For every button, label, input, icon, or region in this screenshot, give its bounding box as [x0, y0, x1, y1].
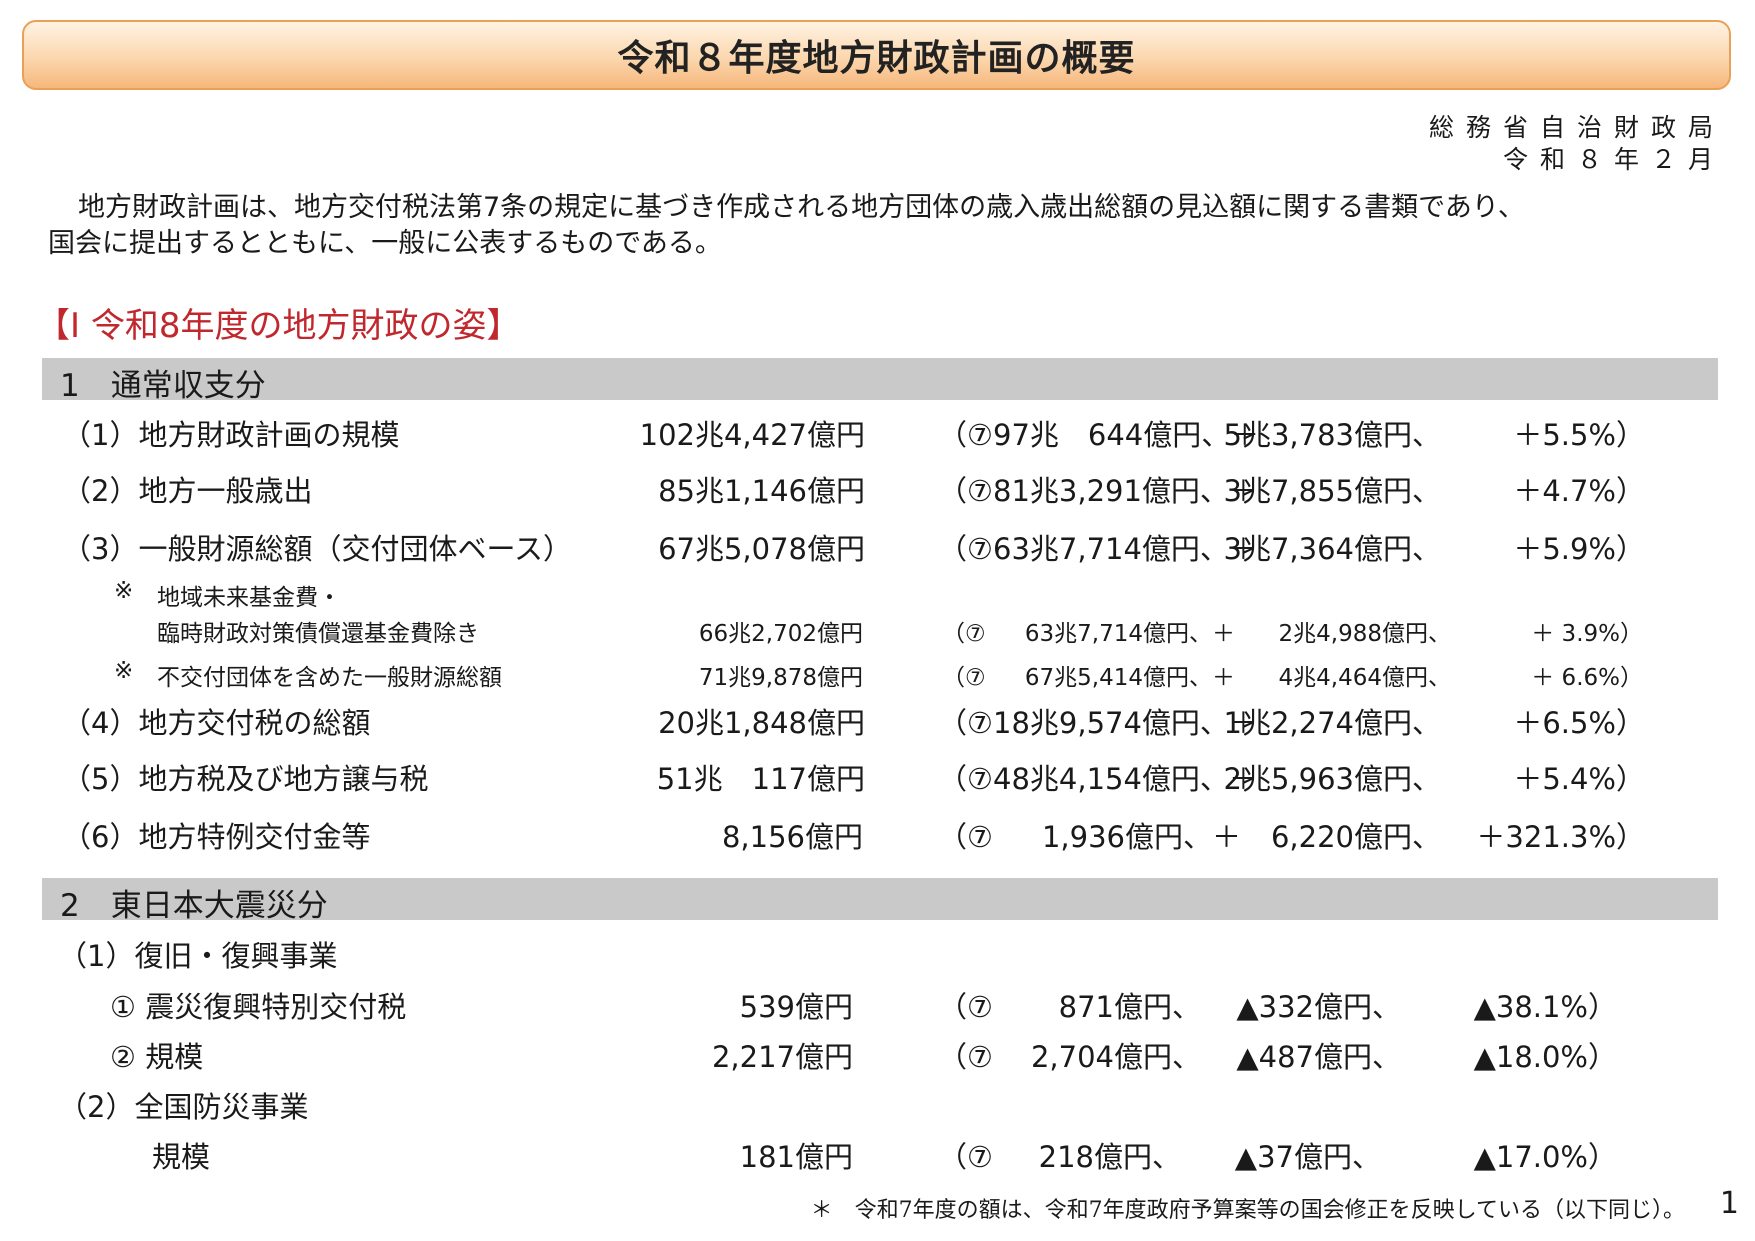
- note-prev-open: （⑦: [942, 665, 986, 691]
- row-amount: 2,217億円: [711, 1040, 853, 1074]
- footnote: ＊ 令和7年度の額は、令和7年度政府予算案等の国会修正を反映している（以下同じ）…: [810, 1198, 1685, 1223]
- row-diff: ▲332億円、: [1236, 990, 1401, 1024]
- row-prev: 2,704億円、: [1030, 1040, 1201, 1074]
- row-prev-open: （⑦: [938, 1140, 993, 1174]
- row-rate: ＋5.5%）: [1513, 418, 1645, 452]
- note-mark: ※: [114, 658, 134, 684]
- note-prev: 63兆7,714億円、＋: [1024, 621, 1235, 647]
- row-amount: 85兆1,146億円: [658, 474, 865, 508]
- row-prev-open: （⑦: [938, 990, 993, 1024]
- row-amount: 67兆5,078億円: [658, 532, 865, 566]
- row-diff: ▲37億円、: [1234, 1140, 1381, 1174]
- intro-line-2: 国会に提出するとともに、一般に公表するものである。: [48, 228, 722, 259]
- issuer-date: 令和８年２月: [1502, 145, 1725, 174]
- note-rate: ＋ 6.6%）: [1531, 665, 1643, 691]
- row-rate: ＋5.9%）: [1513, 532, 1645, 566]
- row-diff: 3兆7,855億円、: [1223, 474, 1441, 508]
- note-prev: 67兆5,414億円、＋: [1024, 665, 1235, 691]
- page-number: 1: [1719, 1186, 1739, 1221]
- row-diff: ▲487億円、: [1236, 1040, 1401, 1074]
- part2-heading-band: 2 東日本大震災分: [42, 878, 1718, 924]
- row-prev: （⑦81兆3,291億円、＋: [938, 474, 1258, 508]
- part2-heading: 2 東日本大震災分: [60, 888, 328, 924]
- note-diff: 4兆4,464億円、: [1278, 665, 1451, 691]
- row-prev: （⑦18兆9,574億円、＋: [938, 706, 1258, 740]
- note-label-cont: 臨時財政対策債償還基金費除き: [157, 621, 479, 647]
- row-amount: 181億円: [739, 1140, 853, 1174]
- row-label: ① 震災復興特別交付税: [110, 990, 407, 1024]
- section-heading: 【Ⅰ 令和8年度の地方財政の姿】: [36, 306, 521, 346]
- row-rate: ＋4.7%）: [1513, 474, 1645, 508]
- row-label: （3）一般財源総額（交付団体ベース）: [62, 532, 573, 566]
- row-prev: 1,936億円、＋: [1041, 820, 1241, 854]
- row-label: （4）地方交付税の総額: [62, 706, 371, 740]
- row-label: 規模: [152, 1140, 211, 1174]
- row-prev: （⑦97兆 644億円、＋: [938, 418, 1260, 452]
- row-label: ② 規模: [110, 1040, 204, 1074]
- note-prev-open: （⑦: [942, 621, 986, 647]
- note-mark: ※: [114, 578, 134, 604]
- row-diff: 6,220億円、: [1270, 820, 1441, 854]
- row-rate: ＋321.3%）: [1476, 820, 1645, 854]
- row-rate: ▲38.1%）: [1473, 990, 1617, 1024]
- issuer-org: 総務省自治財政局: [1428, 113, 1725, 142]
- row-prev-open: （⑦: [938, 1040, 993, 1074]
- row-amount: 51兆 117億円: [656, 762, 865, 796]
- row-prev: 871億円、: [1058, 990, 1201, 1024]
- row-label: （2）地方一般歳出: [62, 474, 313, 508]
- row-label: （1）地方財政計画の規模: [62, 418, 400, 452]
- note-diff: 2兆4,988億円、: [1278, 621, 1451, 647]
- row-prev: （⑦63兆7,714億円、＋: [938, 532, 1258, 566]
- note-rate: ＋ 3.9%）: [1531, 621, 1643, 647]
- row-amount: 8,156億円: [721, 820, 863, 854]
- page-title: 令和８年度地方財政計画の概要: [617, 38, 1136, 79]
- row-diff: 1兆2,274億円、: [1223, 706, 1441, 740]
- row-label: （5）地方税及び地方譲与税: [62, 762, 429, 796]
- subheading: （1）復旧・復興事業: [58, 939, 338, 973]
- row-prev: 218億円、: [1038, 1140, 1181, 1174]
- row-amount: 102兆4,427億円: [639, 418, 865, 452]
- row-amount: 539億円: [739, 990, 853, 1024]
- row-diff: 3兆7,364億円、: [1223, 532, 1441, 566]
- note-label: 地域未来基金費・: [157, 585, 341, 611]
- note-label: 不交付団体を含めた一般財源総額: [157, 665, 502, 691]
- row-rate: ▲17.0%）: [1473, 1140, 1617, 1174]
- row-rate: ＋6.5%）: [1513, 706, 1645, 740]
- row-rate: ＋5.4%）: [1513, 762, 1645, 796]
- part1-heading-band: 1 通常収支分: [42, 358, 1718, 404]
- row-label: （6）地方特例交付金等: [62, 820, 371, 854]
- row-prev-open: （⑦: [938, 820, 993, 854]
- title-banner: 令和８年度地方財政計画の概要: [22, 20, 1731, 90]
- subheading: （2）全国防災事業: [58, 1090, 309, 1124]
- row-diff: 2兆5,963億円、: [1223, 762, 1441, 796]
- row-diff: 5兆3,783億円、: [1223, 418, 1441, 452]
- part1-heading: 1 通常収支分: [60, 368, 266, 404]
- row-amount: 20兆1,848億円: [658, 706, 865, 740]
- row-prev: （⑦48兆4,154億円、＋: [938, 762, 1258, 796]
- row-rate: ▲18.0%）: [1473, 1040, 1617, 1074]
- note-amount: 66兆2,702億円: [698, 621, 863, 647]
- note-amount: 71兆9,878億円: [698, 665, 863, 691]
